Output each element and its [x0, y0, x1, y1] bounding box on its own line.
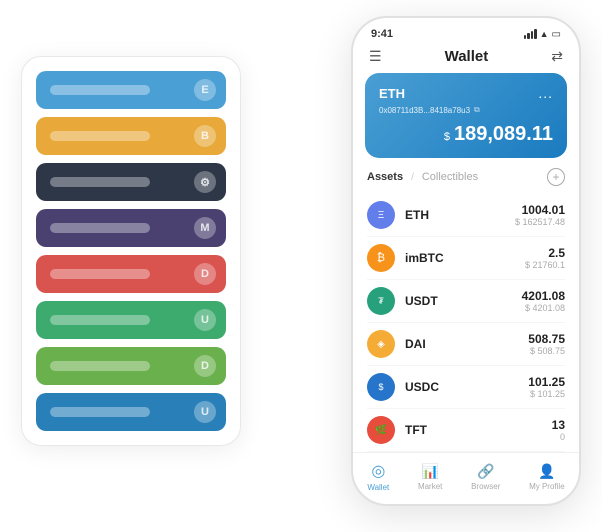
table-row[interactable]: Ξ ETH 1004.01 $ 162517.48 — [367, 194, 565, 237]
card-label — [50, 269, 150, 279]
eth-icon: E — [194, 79, 216, 101]
asset-name: ETH — [405, 208, 515, 222]
table-row[interactable]: $ USDC 101.25 $ 101.25 — [367, 366, 565, 409]
scene: E B ⚙ M D U D U — [21, 16, 581, 516]
asset-name: TFT — [405, 423, 552, 437]
imbtc-coin-icon: ₿ — [367, 244, 395, 272]
scan-icon[interactable]: ⇄ — [551, 48, 563, 65]
list-item[interactable]: U — [36, 393, 226, 431]
asset-list: Ξ ETH 1004.01 $ 162517.48 ₿ imBTC 2.5 $ … — [353, 194, 579, 452]
list-item[interactable]: D — [36, 255, 226, 293]
wallet-icon: ◎ — [371, 461, 385, 481]
page-title: Wallet — [445, 48, 489, 65]
asset-name: DAI — [405, 337, 528, 351]
gear-icon: ⚙ — [194, 171, 216, 193]
card-label — [50, 407, 150, 417]
asset-amount: 508.75 — [528, 332, 565, 346]
nav-wallet-label: Wallet — [367, 483, 389, 492]
asset-values: 4201.08 $ 4201.08 — [522, 289, 565, 313]
status-icons: ▲ ▭ — [524, 29, 561, 40]
nav-profile-label: My Profile — [529, 482, 565, 491]
asset-usd: $ 101.25 — [528, 389, 565, 399]
dai2-icon: D — [194, 355, 216, 377]
market-icon: 📊 — [421, 463, 438, 480]
list-item[interactable]: U — [36, 301, 226, 339]
asset-usd: $ 162517.48 — [515, 217, 565, 227]
asset-name: USDT — [405, 294, 522, 308]
table-row[interactable]: ₿ imBTC 2.5 $ 21760.1 — [367, 237, 565, 280]
dai-icon: D — [194, 263, 216, 285]
card-label — [50, 361, 150, 371]
asset-usd: $ 21760.1 — [525, 260, 565, 270]
asset-usd: $ 508.75 — [528, 346, 565, 356]
m-icon: M — [194, 217, 216, 239]
eth-coin-icon: Ξ — [367, 201, 395, 229]
asset-usd: 0 — [552, 432, 565, 442]
eth-balance: $189,089.11 — [379, 123, 553, 146]
phone-frame: 9:41 ▲ ▭ ☰ Wallet ⇄ ETH ... — [351, 16, 581, 506]
assets-header: Assets / Collectibles + — [353, 168, 579, 194]
table-row[interactable]: 🌿 TFT 13 0 — [367, 409, 565, 452]
nav-market-label: Market — [418, 482, 442, 491]
list-item[interactable]: D — [36, 347, 226, 385]
asset-values: 13 0 — [552, 418, 565, 442]
asset-amount: 13 — [552, 418, 565, 432]
tft-coin-icon: 🌿 — [367, 416, 395, 444]
asset-values: 2.5 $ 21760.1 — [525, 246, 565, 270]
nav-browser-label: Browser — [471, 482, 500, 491]
asset-usd: $ 4201.08 — [522, 303, 565, 313]
card-label — [50, 131, 150, 141]
asset-amount: 2.5 — [525, 246, 565, 260]
asset-amount: 101.25 — [528, 375, 565, 389]
card-label — [50, 223, 150, 233]
profile-icon: 👤 — [538, 463, 555, 480]
browser-icon: 🔗 — [477, 463, 494, 480]
eth-wallet-card[interactable]: ETH ... 0x08711d3B...8418a78u3 ⧉ $189,08… — [365, 73, 567, 158]
status-time: 9:41 — [371, 28, 393, 40]
tab-collectibles[interactable]: Collectibles — [422, 171, 478, 183]
nav-wallet[interactable]: ◎ Wallet — [367, 461, 389, 492]
assets-tabs: Assets / Collectibles — [367, 171, 478, 183]
phone-header: ☰ Wallet ⇄ — [353, 44, 579, 73]
asset-amount: 4201.08 — [522, 289, 565, 303]
tab-assets[interactable]: Assets — [367, 171, 403, 183]
add-asset-button[interactable]: + — [547, 168, 565, 186]
table-row[interactable]: ◈ DAI 508.75 $ 508.75 — [367, 323, 565, 366]
usdc-coin-icon: $ — [367, 373, 395, 401]
bottom-nav: ◎ Wallet 📊 Market 🔗 Browser 👤 My Profile — [353, 452, 579, 504]
card-label — [50, 315, 150, 325]
eth-address: 0x08711d3B...8418a78u3 ⧉ — [379, 105, 553, 115]
asset-name: imBTC — [405, 251, 525, 265]
more-options-icon[interactable]: ... — [538, 85, 553, 101]
menu-icon[interactable]: ☰ — [369, 48, 382, 65]
copy-icon[interactable]: ⧉ — [474, 105, 480, 115]
asset-name: USDC — [405, 380, 528, 394]
wifi-icon: ▲ — [540, 29, 549, 39]
eth-card-name: ETH — [379, 86, 405, 101]
card-label — [50, 85, 150, 95]
usdt-icon: U — [194, 309, 216, 331]
usdt-coin-icon: ₮ — [367, 287, 395, 315]
asset-values: 1004.01 $ 162517.48 — [515, 203, 565, 227]
card-stack: E B ⚙ M D U D U — [21, 56, 241, 446]
asset-amount: 1004.01 — [515, 203, 565, 217]
nav-market[interactable]: 📊 Market — [418, 463, 442, 491]
list-item[interactable]: B — [36, 117, 226, 155]
table-row[interactable]: ₮ USDT 4201.08 $ 4201.08 — [367, 280, 565, 323]
list-item[interactable]: E — [36, 71, 226, 109]
status-bar: 9:41 ▲ ▭ — [353, 18, 579, 44]
nav-profile[interactable]: 👤 My Profile — [529, 463, 565, 491]
list-item[interactable]: M — [36, 209, 226, 247]
dai-coin-icon: ◈ — [367, 330, 395, 358]
btc-icon: B — [194, 125, 216, 147]
list-item[interactable]: ⚙ — [36, 163, 226, 201]
nav-browser[interactable]: 🔗 Browser — [471, 463, 500, 491]
signal-icon — [524, 29, 537, 39]
tab-divider: / — [411, 172, 414, 183]
battery-icon: ▭ — [552, 29, 561, 40]
usdc-icon: U — [194, 401, 216, 423]
asset-values: 508.75 $ 508.75 — [528, 332, 565, 356]
asset-values: 101.25 $ 101.25 — [528, 375, 565, 399]
card-label — [50, 177, 150, 187]
